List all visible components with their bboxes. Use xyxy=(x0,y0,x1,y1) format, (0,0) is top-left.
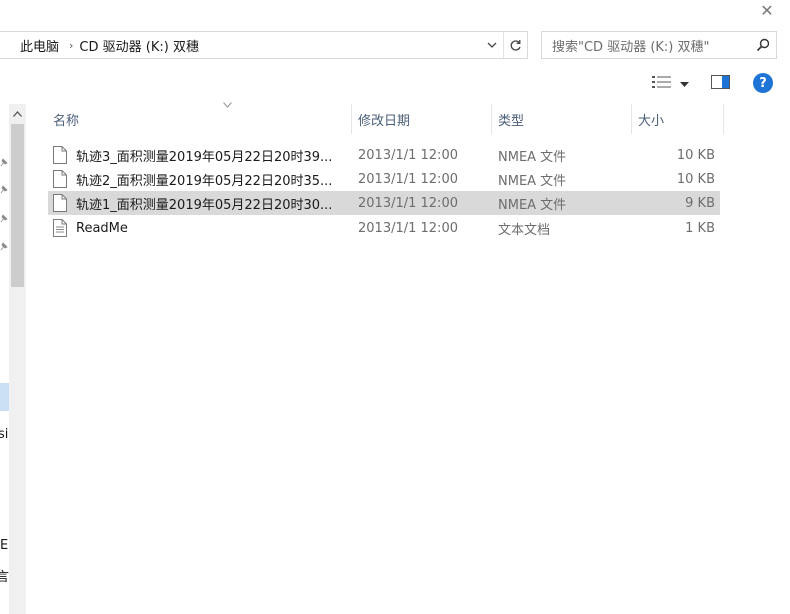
nav-scrollbar-thumb[interactable] xyxy=(11,124,24,287)
close-button[interactable]: ✕ xyxy=(752,0,782,20)
column-header-date-label: 修改日期 xyxy=(358,113,411,129)
blank-file-icon xyxy=(53,194,67,212)
refresh-icon[interactable] xyxy=(503,32,527,58)
preview-pane-button[interactable] xyxy=(708,74,732,94)
column-header-name[interactable]: 名称 xyxy=(45,104,352,134)
file-size: 10 KB xyxy=(676,171,715,187)
address-bar[interactable]: 此电脑 › CD 驱动器 (K:) 双穗 xyxy=(0,31,528,59)
nav-selected-item[interactable] xyxy=(0,383,9,411)
column-header-size-label: 大小 xyxy=(638,113,665,129)
nav-item-label[interactable]: si xyxy=(0,427,8,442)
breadcrumb-separator-icon[interactable]: › xyxy=(69,39,73,52)
close-icon: ✕ xyxy=(760,0,774,20)
file-row[interactable]: 轨迹1_面积测量2019年05月22日20时30... 2013/1/1 12:… xyxy=(48,191,720,215)
file-row[interactable]: ReadMe 2013/1/1 12:00 文本文档 1 KB xyxy=(48,216,720,240)
file-row[interactable]: 轨迹3_面积测量2019年05月22日20时39... 2013/1/1 12:… xyxy=(48,143,720,167)
column-header-date[interactable]: 修改日期 xyxy=(352,104,492,134)
file-name: 轨迹2_面积测量2019年05月22日20时35... xyxy=(76,173,333,189)
blank-file-icon xyxy=(53,170,67,188)
file-name: 轨迹1_面积测量2019年05月22日20时30... xyxy=(76,197,333,213)
file-date: 2013/1/1 12:00 xyxy=(358,220,458,236)
pin-icon xyxy=(0,157,8,170)
search-icon[interactable] xyxy=(750,38,776,52)
breadcrumb-cd-drive[interactable]: CD 驱动器 (K:) 双穗 xyxy=(79,36,199,55)
pin-icon xyxy=(0,184,8,197)
file-name: 轨迹3_面积测量2019年05月22日20时39... xyxy=(76,149,333,165)
file-size: 9 KB xyxy=(685,195,715,211)
scroll-up-icon[interactable] xyxy=(9,106,26,122)
file-type: NMEA 文件 xyxy=(498,173,567,189)
file-name: ReadMe xyxy=(76,220,128,236)
text-file-icon xyxy=(53,219,67,237)
help-icon[interactable]: ? xyxy=(753,73,773,93)
file-date: 2013/1/1 12:00 xyxy=(358,171,458,187)
nav-item-label[interactable]: 言 xyxy=(0,566,9,585)
nav-item-label[interactable]: E xyxy=(0,538,8,553)
file-size: 10 KB xyxy=(676,147,715,163)
blank-file-icon xyxy=(53,146,67,164)
file-type: NMEA 文件 xyxy=(498,197,567,213)
file-size: 1 KB xyxy=(685,220,715,236)
column-header-name-label: 名称 xyxy=(53,113,80,129)
search-input[interactable]: 搜索"CD 驱动器 (K:) 双穗" xyxy=(541,31,777,59)
chevron-down-icon xyxy=(679,77,689,92)
column-headers: 名称 修改日期 类型 大小 xyxy=(30,102,730,134)
pin-icon xyxy=(0,241,8,254)
details-view-icon xyxy=(651,75,672,93)
file-date: 2013/1/1 12:00 xyxy=(358,147,458,163)
address-dropdown-icon[interactable] xyxy=(481,32,503,58)
file-date: 2013/1/1 12:00 xyxy=(358,195,458,211)
file-type: NMEA 文件 xyxy=(498,149,567,165)
preview-pane-icon xyxy=(710,75,730,93)
view-toolbar: ? xyxy=(620,68,790,100)
column-header-type[interactable]: 类型 xyxy=(492,104,632,134)
breadcrumb-this-pc[interactable]: 此电脑 xyxy=(20,36,59,55)
search-placeholder: 搜索"CD 驱动器 (K:) 双穗" xyxy=(552,39,710,55)
pin-icon xyxy=(0,213,8,226)
column-header-type-label: 类型 xyxy=(498,113,525,129)
view-options-button[interactable] xyxy=(648,74,692,94)
file-row[interactable]: 轨迹2_面积测量2019年05月22日20时35... 2013/1/1 12:… xyxy=(48,167,720,191)
file-type: 文本文档 xyxy=(498,222,551,238)
column-header-size[interactable]: 大小 xyxy=(632,104,724,134)
